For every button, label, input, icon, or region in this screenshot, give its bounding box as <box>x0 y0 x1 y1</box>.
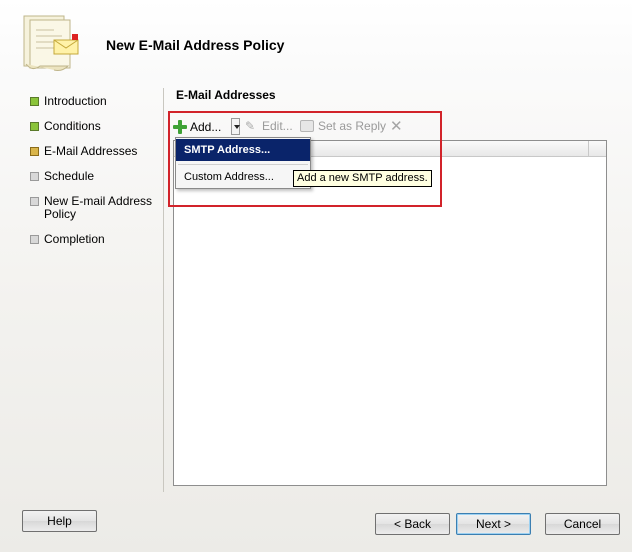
nav-item-email-addresses: E-Mail Addresses <box>30 145 137 158</box>
step-current-icon <box>30 147 39 156</box>
nav-item-introduction: Introduction <box>30 95 107 108</box>
nav-item-label: E-Mail Addresses <box>44 144 138 158</box>
nav-item-completion: Completion <box>30 233 105 246</box>
column-separator[interactable] <box>588 141 589 157</box>
highlight-box <box>168 111 442 207</box>
nav-item-label: Conditions <box>44 119 101 133</box>
section-title: E-Mail Addresses <box>176 88 276 102</box>
nav-item-label: Introduction <box>44 94 107 108</box>
wizard-logo-icon <box>18 12 82 74</box>
nav-item-label: Completion <box>44 232 105 246</box>
step-pending-icon <box>30 172 39 181</box>
nav-item-new-email-address-policy: New E-mail Address Policy <box>30 195 155 221</box>
cancel-button[interactable]: Cancel <box>545 513 620 535</box>
back-button[interactable]: < Back <box>375 513 450 535</box>
page-title: New E-Mail Address Policy <box>106 37 285 53</box>
step-complete-icon <box>30 122 39 131</box>
nav-item-label: Schedule <box>44 169 95 183</box>
nav-divider <box>163 88 164 492</box>
help-button[interactable]: Help <box>22 510 97 532</box>
step-complete-icon <box>30 97 39 106</box>
step-pending-icon <box>30 235 39 244</box>
nav-item-schedule: Schedule <box>30 170 94 183</box>
nav-item-conditions: Conditions <box>30 120 101 133</box>
step-pending-icon <box>30 197 39 206</box>
nav-item-label: New E-mail Address Policy <box>44 194 153 221</box>
next-button[interactable]: Next > <box>456 513 531 535</box>
